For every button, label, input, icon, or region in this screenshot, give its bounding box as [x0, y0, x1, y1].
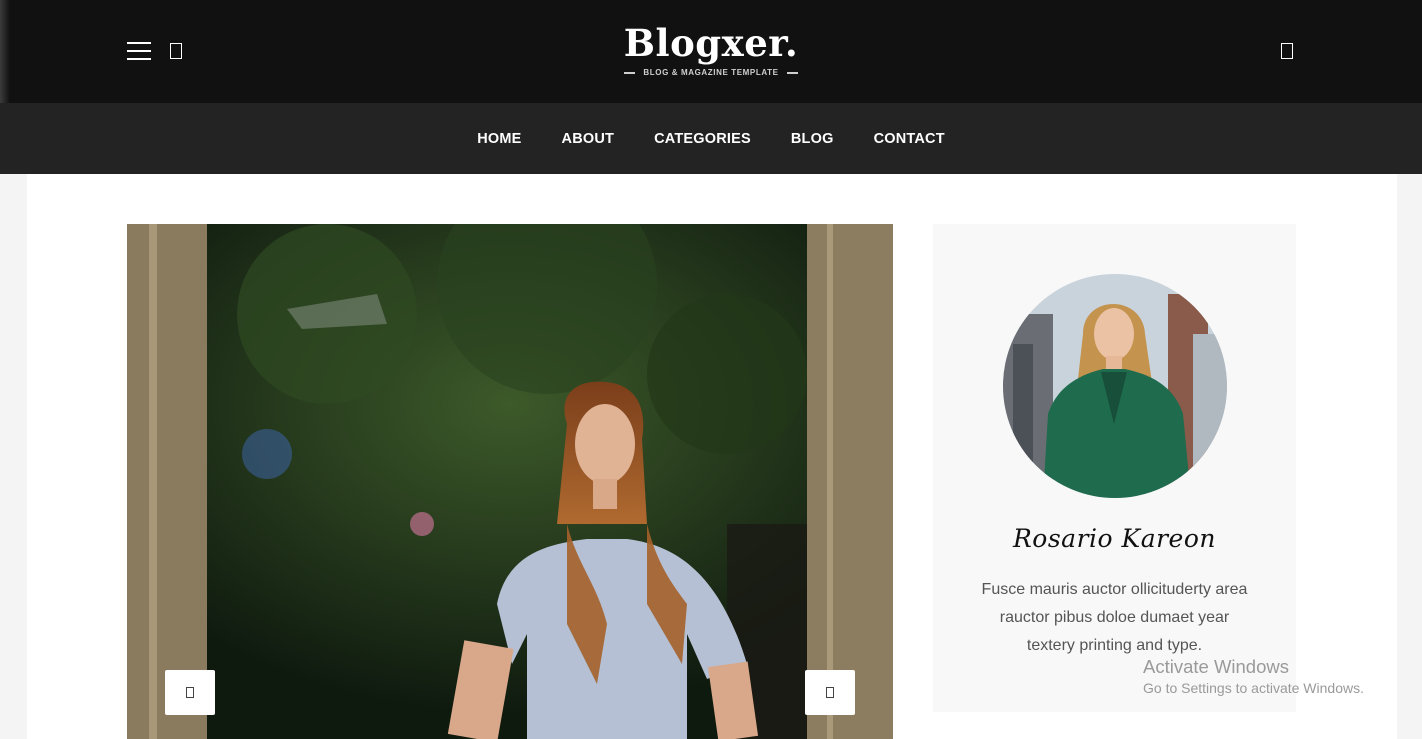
main-nav: HOME ABOUT CATEGORIES BLOG CONTACT	[0, 103, 1422, 174]
author-signature: Rosario Kareon	[1012, 524, 1217, 553]
bio-line: Fusce mauris auctor ollicituderty area	[981, 581, 1248, 598]
chevron-left-icon	[186, 687, 194, 698]
author-photo	[1003, 274, 1227, 498]
watermark-title: Activate Windows	[1143, 656, 1289, 677]
author-avatar	[1003, 274, 1227, 498]
nav-blog[interactable]: BLOG	[791, 131, 834, 147]
nav-contact[interactable]: CONTACT	[874, 131, 945, 147]
site-logo[interactable]: Blogxer. BLOG & MAGAZINE TEMPLATE	[0, 22, 1422, 77]
top-header: Blogxer. BLOG & MAGAZINE TEMPLATE	[0, 0, 1422, 174]
logo-tagline: BLOG & MAGAZINE TEMPLATE	[0, 68, 1422, 77]
chevron-right-icon	[826, 687, 834, 698]
watermark-subtitle: Go to Settings to activate Windows.	[1143, 680, 1364, 696]
logo-name: Blogxer.	[623, 21, 799, 65]
slider-next-button[interactable]	[805, 670, 855, 715]
bio-line: rauctor pibus doloe dumaet year	[999, 609, 1230, 626]
user-icon[interactable]	[1281, 43, 1293, 59]
nav-about[interactable]: ABOUT	[562, 131, 615, 147]
nav-home[interactable]: HOME	[477, 131, 521, 147]
nav-categories[interactable]: CATEGORIES	[654, 131, 751, 147]
author-bio: Fusce mauris auctor ollicituderty area r…	[963, 576, 1266, 660]
slider-prev-button[interactable]	[165, 670, 215, 715]
hero-slider-image	[127, 224, 893, 739]
author-card: Rosario Kareon Fusce mauris auctor ollic…	[933, 224, 1296, 712]
windows-activation-watermark: Activate Windows Go to Settings to activ…	[1143, 656, 1364, 696]
hero-photo	[127, 224, 893, 739]
